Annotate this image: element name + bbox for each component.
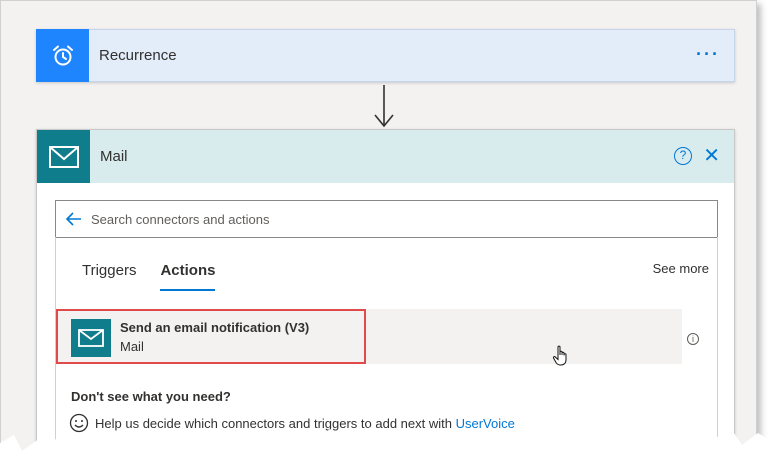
more-options-button[interactable]: ··· <box>696 44 720 65</box>
envelope-icon <box>48 145 79 168</box>
tab-actions[interactable]: Actions <box>160 262 216 291</box>
info-icon[interactable]: i <box>687 333 699 345</box>
close-icon[interactable]: ✕ <box>703 143 720 168</box>
torn-edge-decoration <box>0 427 768 475</box>
mail-card-header: Mail ? ✕ <box>37 130 734 183</box>
flow-designer-canvas: Recurrence ··· Mail ? ✕ Triggers <box>0 0 757 470</box>
see-more-link[interactable]: See more <box>653 261 709 276</box>
down-arrow-icon <box>374 85 394 128</box>
search-box <box>55 200 718 238</box>
mail-title: Mail <box>100 148 128 165</box>
dont-see-heading: Don't see what you need? <box>71 389 231 404</box>
tab-bar: Triggers Actions <box>82 262 216 291</box>
recurrence-title: Recurrence <box>99 47 177 64</box>
action-icon-box <box>71 319 111 357</box>
action-subtitle: Mail <box>120 339 144 354</box>
envelope-icon <box>78 329 104 347</box>
mail-icon-box <box>37 130 90 183</box>
back-arrow-icon[interactable] <box>65 210 83 228</box>
help-icon[interactable]: ? <box>674 147 692 165</box>
tab-triggers[interactable]: Triggers <box>82 262 136 291</box>
action-highlight-box: Send an email notification (V3) Mail <box>56 309 366 364</box>
alarm-clock-icon <box>52 45 73 65</box>
recurrence-icon-box <box>36 29 89 82</box>
action-title: Send an email notification (V3) <box>120 320 310 335</box>
search-input[interactable] <box>91 211 691 227</box>
hand-cursor-icon <box>552 345 567 366</box>
action-list-item[interactable]: Send an email notification (V3) Mail <box>56 309 682 366</box>
recurrence-trigger-card[interactable]: Recurrence ··· <box>36 29 735 82</box>
